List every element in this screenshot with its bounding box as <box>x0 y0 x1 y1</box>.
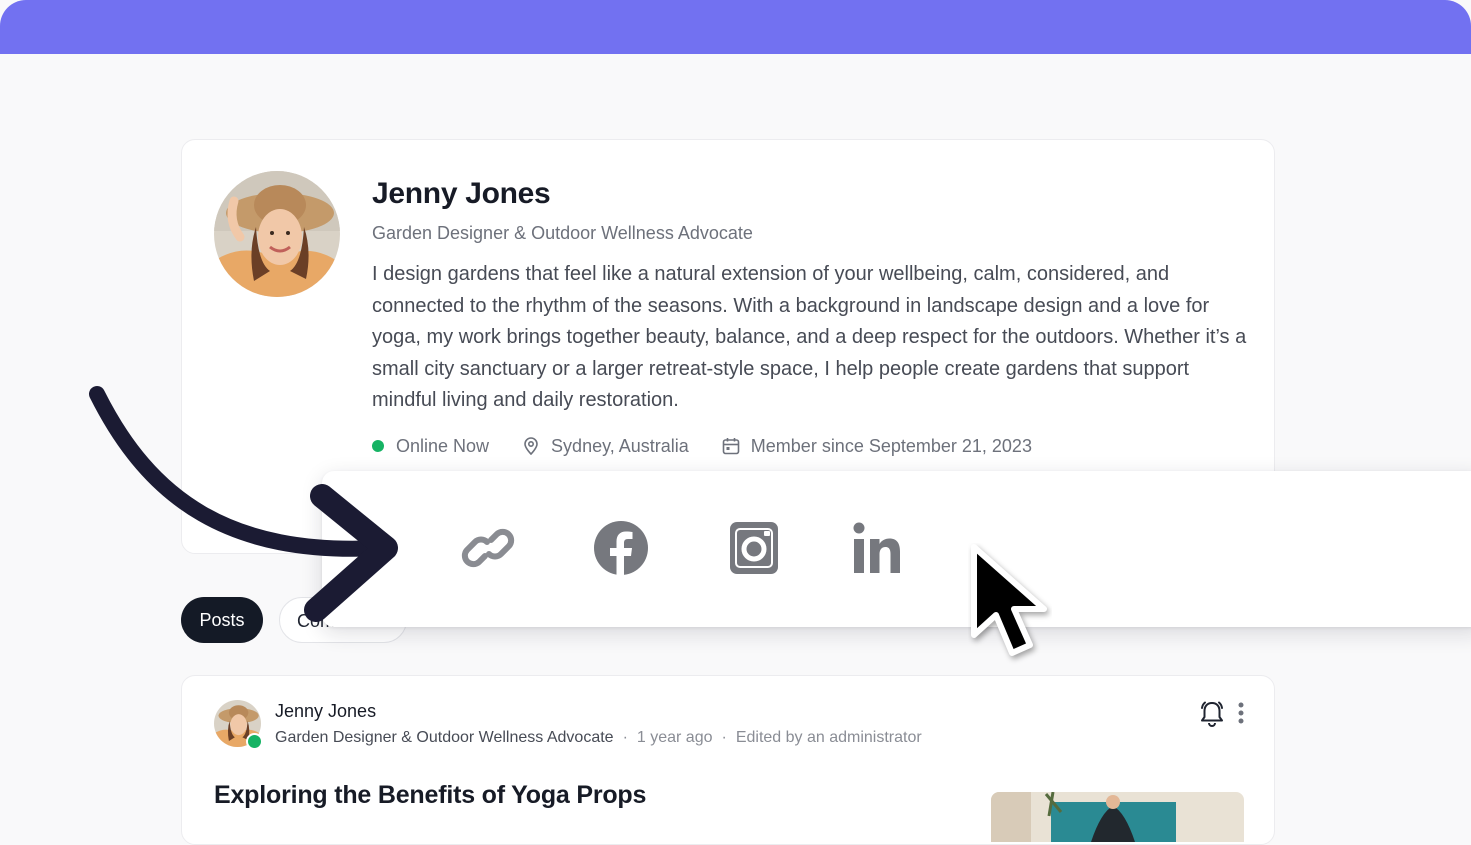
profile-avatar[interactable] <box>214 171 340 297</box>
meta-separator: · <box>622 729 628 746</box>
online-indicator <box>246 733 263 750</box>
mouse-cursor-icon <box>971 544 1047 656</box>
tab-posts[interactable]: Posts <box>181 597 263 643</box>
online-dot-icon <box>372 440 384 452</box>
meta-separator: · <box>721 729 727 746</box>
post-title[interactable]: Exploring the Benefits of Yoga Props <box>214 781 646 810</box>
post-author-role: Garden Designer & Outdoor Wellness Advoc… <box>275 729 614 746</box>
bell-icon[interactable] <box>1199 700 1225 728</box>
facebook-icon[interactable] <box>593 520 649 576</box>
post-time[interactable]: 1 year ago <box>637 729 713 746</box>
profile-bio: I design gardens that feel like a natura… <box>372 263 1247 412</box>
post-meta: Garden Designer & Outdoor Wellness Advoc… <box>275 729 922 747</box>
location-label: Sydney, Australia <box>551 435 689 456</box>
profile-subtitle: Garden Designer & Outdoor Wellness Advoc… <box>372 223 753 243</box>
online-status: Online Now <box>372 436 489 457</box>
more-options-icon[interactable] <box>1234 701 1248 725</box>
linkedin-icon[interactable] <box>853 522 901 574</box>
profile-meta-row: Online Now Sydney, Australia Member sinc… <box>372 434 1064 458</box>
post-thumbnail[interactable] <box>991 792 1244 842</box>
top-banner <box>0 0 1471 54</box>
member-since: Member since September 21, 2023 <box>721 436 1032 457</box>
instagram-icon[interactable] <box>729 521 779 575</box>
member-since-label: Member since September 21, 2023 <box>750 435 1032 456</box>
location: Sydney, Australia <box>521 436 689 457</box>
online-status-label: Online Now <box>396 435 490 456</box>
post-edited-note: Edited by an administrator <box>735 729 922 746</box>
post-author-name[interactable]: Jenny Jones <box>275 701 376 722</box>
calendar-icon <box>722 438 740 455</box>
link-icon[interactable] <box>458 518 518 578</box>
profile-name: Jenny Jones <box>372 177 551 210</box>
location-pin-icon <box>524 437 538 456</box>
